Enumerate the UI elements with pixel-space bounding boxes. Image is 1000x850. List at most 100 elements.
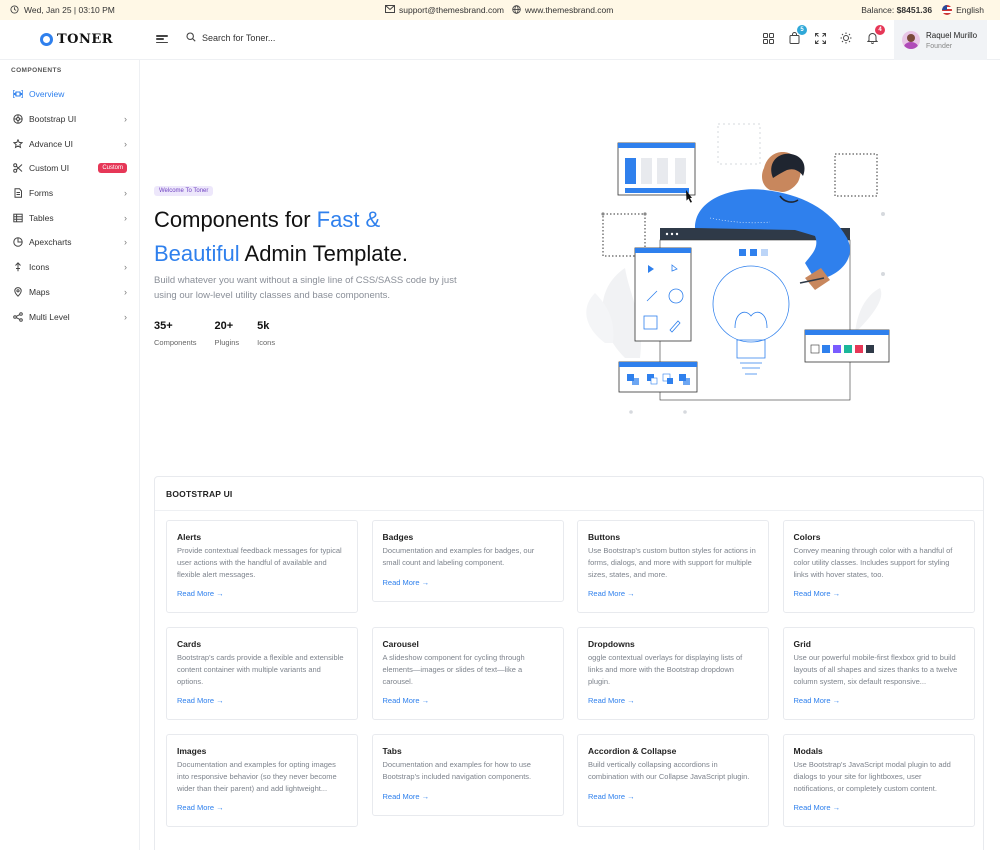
datetime-text: Wed, Jan 25 | 03:10 PM [24,5,115,15]
card-dropdowns: Dropdowns oggle contextual overlays for … [577,627,769,720]
card-title: Images [177,746,207,756]
balance: Balance: $8451.36 [861,5,932,15]
sidebar-item-label: Custom UI [29,163,70,174]
cart-count-badge: 5 [797,25,807,35]
sidebar-item-maps[interactable]: Maps › [0,280,140,305]
card-title: Cards [177,639,202,649]
card-description: Provide contextual feedback messages for… [177,546,342,579]
form-icon [13,188,23,198]
brand-name: TONER [57,32,114,47]
title-text-2: Admin Template. [239,241,408,266]
sidebar-item-label: Maps [29,286,50,297]
sidebar-item-label: Tables [29,212,54,223]
card-modals: Modals Use Bootstrap's JavaScript modal … [782,734,975,827]
chevron-right-icon: › [124,188,127,199]
fullscreen-icon[interactable] [814,32,826,44]
support-email[interactable]: support@themesbrand.com [385,5,504,15]
chevron-right-icon: › [124,114,127,125]
theme-sun-icon[interactable] [840,32,852,44]
card-description: oggle contextual overlays for displaying… [588,653,743,686]
card-description: Convey meaning through color with a hand… [793,546,953,579]
sidebar-item-icons[interactable]: Icons › [0,255,140,280]
sidebar-item-label: Bootstrap UI [29,114,77,125]
search-input[interactable]: Search for Toner... [202,33,275,43]
sidebar-item-multi-level[interactable]: Multi Level › [0,304,140,329]
card-description: Use Bootstrap's custom button styles for… [588,546,756,579]
panel-title: BOOTSTRAP UI [155,477,983,511]
sidebar-item-label: Advance UI [29,138,73,149]
stat-plugins: 20+ Plugins [215,320,240,347]
mail-icon [385,5,395,15]
card-carousel: Carousel A slideshow component for cycli… [371,627,564,720]
card-title: Buttons [588,532,621,542]
overview-icon [13,89,23,99]
read-more-link[interactable]: Read More → [588,696,635,705]
read-more-link[interactable]: Read More → [383,792,430,801]
read-more-link[interactable]: Read More → [177,696,224,705]
sidebar-item-overview[interactable]: Overview [0,82,140,107]
user-role: Founder [926,42,953,50]
cart-button[interactable]: 5 [788,25,807,44]
us-flag-icon [942,5,953,15]
card-title: Colors [793,532,821,542]
card-description: Documentation and examples for badges, o… [382,546,535,567]
sidebar-item-custom-ui[interactable]: Custom UI Custom [0,156,140,181]
card-title: Accordion & Collapse [588,746,677,756]
card-grid: Grid Use our powerful mobile-first flexb… [782,627,975,720]
stat-value: 20+ [214,320,234,332]
read-more-link[interactable]: Read More → [177,803,224,812]
bootstrap-icon [13,114,23,124]
stat-value: 35+ [154,320,173,332]
read-more-link[interactable]: Read More → [383,578,430,587]
search-icon [186,32,196,44]
sidebar-item-bootstrap-ui[interactable]: Bootstrap UI › [0,107,140,132]
sidebar-item-forms[interactable]: Forms › [0,181,140,206]
balance-value: $8451.36 [896,5,933,15]
sidebar-item-label: Apexcharts [29,237,72,248]
card-description: A slideshow component for cycling throug… [382,653,525,686]
header: TONER Search for Toner... 5 4 Raquel Mur… [0,20,1000,60]
sidebar-item-label: Forms [29,188,54,199]
sidebar-item-apexcharts[interactable]: Apexcharts › [0,230,140,255]
card-alerts: Alerts Provide contextual feedback messa… [166,520,358,613]
read-more-link[interactable]: Read More → [794,803,841,812]
read-more-link[interactable]: Read More → [794,589,841,598]
icons-icon [13,262,23,272]
card-title: Dropdowns [588,639,635,649]
read-more-link[interactable]: Read More → [588,589,635,598]
chevron-right-icon: › [124,311,127,322]
card-title: Carousel [382,639,419,649]
notifications-button[interactable]: 4 [866,25,885,44]
read-more-link[interactable]: Read More → [383,696,430,705]
user-menu[interactable]: Raquel Murillo Founder [894,20,987,60]
user-name: Raquel Murillo [926,30,978,40]
card-title: Badges [382,532,414,542]
language-selector[interactable]: English [942,5,984,15]
read-more-link[interactable]: Read More → [177,589,224,598]
card-description: Documentation and examples for opting im… [177,760,337,793]
sidebar-item-tables[interactable]: Tables › [0,205,140,230]
chevron-right-icon: › [124,138,127,149]
chevron-right-icon: › [124,212,127,223]
website-link[interactable]: www.themesbrand.com [512,4,613,16]
card-title: Tabs [382,746,402,756]
balance-label: Balance: [861,5,895,15]
notification-count-badge: 4 [875,25,885,35]
title-highlight-2: Beautiful [154,241,240,266]
top-info-bar: Wed, Jan 25 | 03:10 PM support@themesbra… [0,0,1000,20]
search-bar[interactable]: Search for Toner... [186,32,275,44]
advance-icon [13,138,23,149]
table-icon [13,213,23,223]
map-icon [13,287,23,297]
bootstrap-ui-panel: BOOTSTRAP UI Alerts Provide contextual f… [154,476,984,850]
stat-label: Plugins [214,338,240,347]
stat-components: 35+ Components [154,320,197,347]
chevron-right-icon: › [124,286,127,297]
card-title: Alerts [177,532,202,542]
sidebar-item-advance-ui[interactable]: Advance UI › [0,131,140,156]
apps-grid-icon[interactable] [762,32,774,44]
read-more-link[interactable]: Read More → [588,792,635,801]
menu-toggle-icon[interactable] [156,33,168,45]
read-more-link[interactable]: Read More → [794,696,841,705]
brand-logo[interactable]: TONER [40,32,113,47]
